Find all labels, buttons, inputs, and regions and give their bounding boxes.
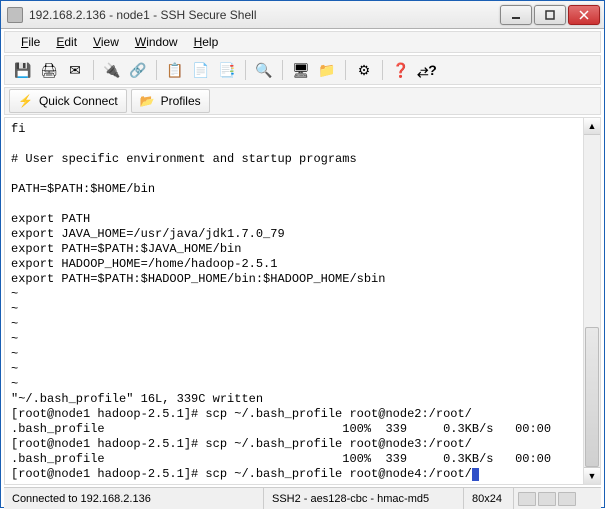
toolbar: 💾 🖨 ✉ 🔌 🔗 📋 📄 📑 🔍 🖥 📁 ⚙ ❓ ⥄?	[4, 55, 601, 85]
status-indicator-icon	[558, 492, 576, 506]
titlebar: 192.168.2.136 - node1 - SSH Secure Shell	[1, 1, 604, 29]
menu-edit[interactable]: Edit	[48, 33, 85, 51]
save-icon[interactable]: 💾	[11, 58, 35, 82]
terminal-container: fi # User specific environment and start…	[4, 117, 601, 485]
quick-connect-label: Quick Connect	[39, 94, 118, 108]
statusbar: Connected to 192.168.2.136 SSH2 - aes128…	[4, 487, 601, 509]
copy-icon[interactable]: 📋	[163, 58, 187, 82]
scroll-down-button[interactable]: ▼	[584, 467, 600, 484]
file-transfer-icon[interactable]: 📁	[315, 58, 339, 82]
settings-icon[interactable]: ⚙	[352, 58, 376, 82]
scrollbar[interactable]: ▲ ▼	[584, 117, 601, 485]
print-icon[interactable]: 🖨	[37, 58, 61, 82]
scroll-track[interactable]	[584, 135, 600, 467]
terminal[interactable]: fi # User specific environment and start…	[4, 117, 584, 485]
status-termsize: 80x24	[464, 488, 514, 509]
mail-icon[interactable]: ✉	[63, 58, 87, 82]
context-help-icon[interactable]: ⥄?	[415, 58, 439, 82]
status-indicator-icon	[518, 492, 536, 506]
menu-help[interactable]: Help	[186, 33, 227, 51]
paste-icon[interactable]: 📄	[189, 58, 213, 82]
menubar: File Edit View Window Help	[4, 31, 601, 53]
clipboard-icon[interactable]: 📑	[215, 58, 239, 82]
menu-view[interactable]: View	[85, 33, 127, 51]
menu-window[interactable]: Window	[127, 33, 186, 51]
separator	[245, 60, 246, 80]
status-connection: Connected to 192.168.2.136	[4, 488, 264, 509]
folder-icon: 📂	[140, 94, 155, 108]
cursor	[472, 468, 479, 481]
scroll-up-button[interactable]: ▲	[584, 118, 600, 135]
quick-connect-button[interactable]: ⚡ Quick Connect	[9, 89, 127, 113]
separator	[382, 60, 383, 80]
help-icon[interactable]: ❓	[389, 58, 413, 82]
window-title: 192.168.2.136 - node1 - SSH Secure Shell	[29, 8, 498, 22]
new-terminal-icon[interactable]: 🖥	[289, 58, 313, 82]
lightning-icon: ⚡	[18, 94, 33, 108]
separator	[345, 60, 346, 80]
connect-icon[interactable]: 🔌	[100, 58, 124, 82]
connection-toolbar: ⚡ Quick Connect 📂 Profiles	[4, 87, 601, 115]
find-icon[interactable]: 🔍	[252, 58, 276, 82]
close-button[interactable]	[568, 5, 600, 25]
maximize-button[interactable]	[534, 5, 566, 25]
window-controls	[498, 5, 600, 25]
status-indicator-icon	[538, 492, 556, 506]
separator	[156, 60, 157, 80]
separator	[93, 60, 94, 80]
scroll-thumb[interactable]	[585, 327, 599, 467]
status-cipher: SSH2 - aes128-cbc - hmac-md5	[264, 488, 464, 509]
disconnect-icon[interactable]: 🔗	[126, 58, 150, 82]
profiles-label: Profiles	[161, 94, 201, 108]
app-icon	[7, 7, 23, 23]
menu-file[interactable]: File	[13, 33, 48, 51]
profiles-button[interactable]: 📂 Profiles	[131, 89, 210, 113]
status-icons	[514, 492, 580, 506]
minimize-button[interactable]	[500, 5, 532, 25]
separator	[282, 60, 283, 80]
